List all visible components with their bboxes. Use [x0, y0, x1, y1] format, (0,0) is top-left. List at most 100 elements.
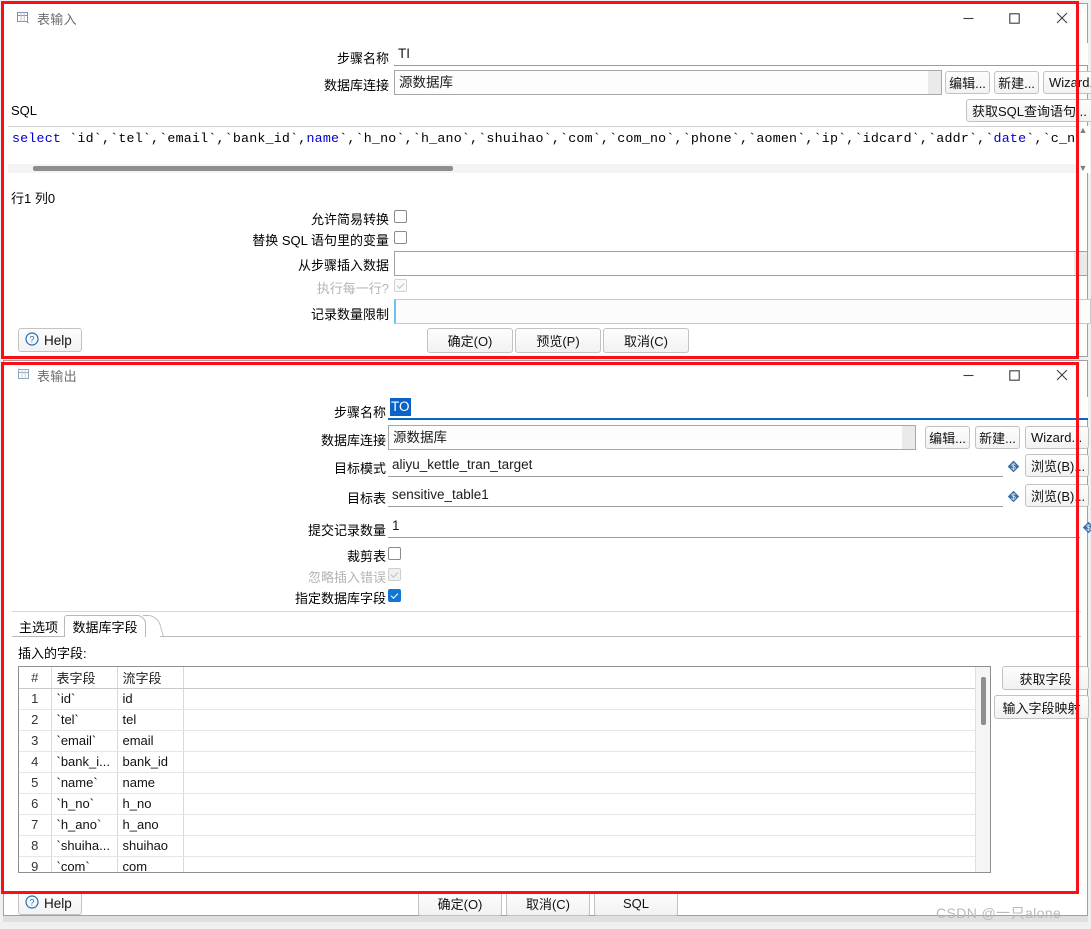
ti-edit-connection-button[interactable]: 编辑... [945, 71, 990, 94]
to-fields-table-row[interactable]: 2 `tel` tel [19, 709, 990, 731]
to-fields-table-cell[interactable]: 5 [19, 772, 52, 794]
to-fields-table-cell[interactable] [183, 751, 990, 773]
to-fields-table-cell[interactable] [183, 772, 990, 794]
ti-allow-lazy-conversion-checkbox[interactable] [394, 210, 407, 223]
to-step-name-input[interactable]: TO [388, 397, 1088, 420]
to-fields-table-row[interactable]: 5 `name` name [19, 772, 990, 794]
to-new-connection-button[interactable]: 新建... [975, 426, 1020, 449]
to-fields-table-cell[interactable] [183, 688, 990, 710]
ti-preview-button[interactable]: 预览(P) [515, 328, 601, 353]
scroll-up-arrow-icon[interactable]: ▲ [1079, 126, 1088, 135]
scroll-down-arrow-icon[interactable]: ▼ [1079, 164, 1088, 173]
to-fields-table-cell[interactable]: name [117, 772, 184, 794]
ti-wizard-connection-button[interactable]: Wizard... [1043, 71, 1091, 94]
ti-replace-variables-checkbox[interactable] [394, 231, 407, 244]
to-fields-column-header[interactable]: 表字段 [51, 667, 118, 689]
to-fields-table-row[interactable]: 4 `bank_i... bank_id [19, 751, 990, 773]
to-fields-table-row[interactable]: 9 `com` com [19, 856, 990, 872]
ti-get-sql-button[interactable]: 获取SQL查询语句... [966, 99, 1091, 122]
table-input-minimize-button[interactable] [945, 4, 991, 32]
ti-record-limit-input[interactable] [394, 299, 1091, 324]
to-fields-table-cell[interactable]: email [117, 730, 184, 752]
to-fields-table-cell[interactable]: `email` [51, 730, 118, 752]
to-sql-button[interactable]: SQL [594, 891, 678, 916]
to-fields-table-cell[interactable]: `shuiha... [51, 835, 118, 857]
to-fields-table-cell[interactable]: 1 [19, 688, 52, 710]
ti-insert-from-step-arrow[interactable] [1074, 251, 1088, 276]
to-fields-table-cell[interactable] [183, 709, 990, 731]
to-fields-table-cell[interactable]: 8 [19, 835, 52, 857]
to-fields-table-cell[interactable]: `com` [51, 856, 118, 872]
to-commit-size-variable-icon[interactable]: $ [1082, 521, 1091, 534]
to-fields-table-row[interactable]: 8 `shuiha... shuihao [19, 835, 990, 857]
ti-sql-horizontal-scrollbar[interactable] [8, 164, 1076, 173]
to-fields-table-cell[interactable]: 3 [19, 730, 52, 752]
to-target-schema-input[interactable]: aliyu_kettle_tran_target [388, 454, 1003, 477]
to-browse-schema-button[interactable]: 浏览(B)... [1025, 454, 1089, 477]
table-output-minimize-button[interactable] [945, 361, 991, 389]
ti-sql-vertical-scrollbar[interactable]: ▲ ▼ [1076, 126, 1090, 173]
to-target-table-variable-icon[interactable]: $ [1007, 490, 1020, 503]
to-fields-table-cell[interactable] [183, 856, 990, 872]
to-help-button[interactable]: ? Help [18, 891, 82, 915]
ti-step-name-input[interactable]: TI [394, 43, 1088, 66]
table-output-maximize-button[interactable] [991, 361, 1037, 389]
to-fields-table-cell[interactable]: 4 [19, 751, 52, 773]
to-fields-table-cell[interactable]: 2 [19, 709, 52, 731]
to-target-schema-variable-icon[interactable]: $ [1007, 460, 1020, 473]
to-connection-combo-arrow[interactable] [902, 425, 916, 450]
to-fields-table-row[interactable]: 1 `id` id [19, 688, 990, 710]
tab-database-fields[interactable]: 数据库字段 [64, 615, 146, 637]
to-fields-table-cell[interactable]: h_no [117, 793, 184, 815]
to-fields-table-cell[interactable]: shuihao [117, 835, 184, 857]
to-fields-table-cell[interactable]: com [117, 856, 184, 872]
to-fields-table-row[interactable]: 7 `h_ano` h_ano [19, 814, 990, 836]
ti-cancel-button[interactable]: 取消(C) [603, 328, 689, 353]
table-input-maximize-button[interactable] [991, 4, 1037, 32]
to-fields-grid-vertical-scrollbar[interactable] [975, 667, 990, 872]
to-fields-grid-vscroll-thumb[interactable] [981, 677, 986, 725]
to-fields-table-row[interactable]: 3 `email` email [19, 730, 990, 752]
to-fields-table-cell[interactable]: tel [117, 709, 184, 731]
to-connection-combo[interactable]: 源数据库 [388, 425, 916, 450]
to-fields-grid[interactable]: # 表字段 流字段 1 `id` id 2 `tel` tel 3 `email` email 4 `b… [18, 666, 991, 873]
to-fields-column-header[interactable]: 流字段 [117, 667, 184, 689]
ti-new-connection-button[interactable]: 新建... [994, 71, 1039, 94]
to-fields-table-cell[interactable]: `h_no` [51, 793, 118, 815]
to-fields-table-cell[interactable]: `h_ano` [51, 814, 118, 836]
to-fields-table-cell[interactable]: 7 [19, 814, 52, 836]
table-input-close-button[interactable] [1039, 4, 1085, 32]
to-target-table-input[interactable]: sensitive_table1 [388, 484, 1003, 507]
ti-sql-hscroll-thumb[interactable] [33, 166, 453, 171]
to-truncate-table-checkbox[interactable] [388, 547, 401, 560]
to-fields-table-cell[interactable]: `tel` [51, 709, 118, 731]
ti-ok-button[interactable]: 确定(O) [427, 328, 513, 353]
to-cancel-button[interactable]: 取消(C) [506, 891, 590, 916]
ti-insert-from-step-combo[interactable] [394, 251, 1088, 276]
to-fields-table-cell[interactable] [183, 814, 990, 836]
ti-help-button[interactable]: ? Help [18, 328, 82, 352]
to-fields-table-cell[interactable] [183, 730, 990, 752]
to-fields-table-cell[interactable]: `name` [51, 772, 118, 794]
to-fields-table-row[interactable]: 6 `h_no` h_no [19, 793, 990, 815]
to-edit-connection-button[interactable]: 编辑... [925, 426, 970, 449]
to-input-field-mapping-button[interactable]: 输入字段映射 [994, 695, 1089, 719]
ti-connection-combo-arrow[interactable] [928, 70, 942, 95]
to-wizard-connection-button[interactable]: Wizard... [1025, 426, 1089, 449]
to-fields-table-cell[interactable]: h_ano [117, 814, 184, 836]
to-browse-table-button[interactable]: 浏览(B)... [1025, 484, 1089, 507]
to-fields-table-cell[interactable]: `id` [51, 688, 118, 710]
to-commit-size-input[interactable]: 1 [388, 515, 1080, 538]
tab-main-options[interactable]: 主选项 [12, 615, 65, 637]
to-fields-column-header[interactable]: # [19, 667, 52, 689]
to-fields-column-header[interactable] [183, 667, 990, 689]
to-fields-table-cell[interactable] [183, 793, 990, 815]
to-fields-table-cell[interactable]: id [117, 688, 184, 710]
to-ok-button[interactable]: 确定(O) [418, 891, 502, 916]
to-fields-table-cell[interactable]: bank_id [117, 751, 184, 773]
to-get-fields-button[interactable]: 获取字段 [1002, 666, 1089, 690]
to-fields-table-cell[interactable] [183, 835, 990, 857]
to-specify-database-fields-checkbox[interactable] [388, 589, 401, 602]
ti-connection-combo[interactable]: 源数据库 [394, 70, 942, 95]
to-fields-table-cell[interactable]: 6 [19, 793, 52, 815]
